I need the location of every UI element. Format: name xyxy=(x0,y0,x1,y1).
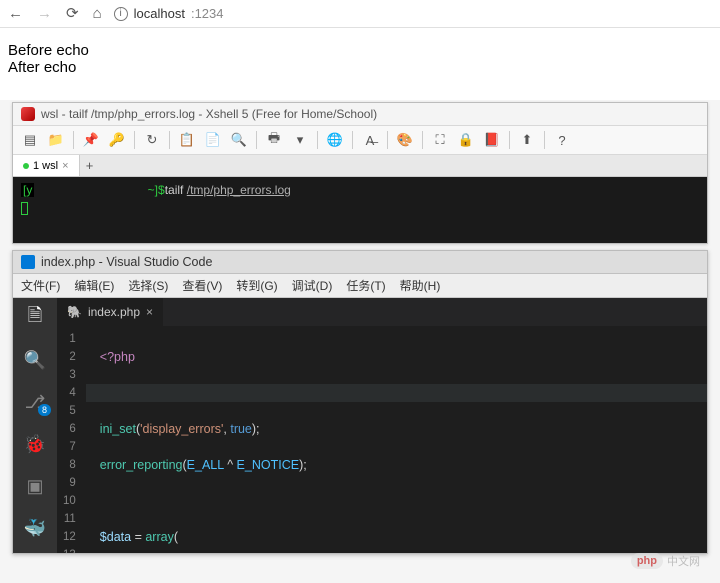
tab-status-dot xyxy=(23,163,29,169)
menu-view[interactable]: 查看(V) xyxy=(182,277,222,294)
editor-tabs: 🐘 index.php × xyxy=(57,298,707,326)
page-body: Before echo After echo xyxy=(0,28,720,100)
vscode-body: 🗎 🔍 ⎇8 🐞 ▣ 🐳 🐘 index.php × 1234567891011… xyxy=(13,298,707,553)
scm-icon[interactable]: ⎇8 xyxy=(23,390,47,414)
activity-bar: 🗎 🔍 ⎇8 🐞 ▣ 🐳 xyxy=(13,298,57,553)
line-numbers: 1234567891011121314 xyxy=(57,326,86,553)
explorer-icon[interactable]: 🗎 xyxy=(23,306,47,330)
open-icon[interactable]: 📁 xyxy=(45,130,67,150)
prompt-path: ~] xyxy=(144,183,158,197)
properties-icon[interactable]: ▾ xyxy=(289,130,311,150)
watermark-text: 中文网 xyxy=(667,553,700,569)
info-icon[interactable]: i xyxy=(114,7,128,21)
color-icon[interactable]: 🎨 xyxy=(394,130,416,150)
editor-tab-filename: index.php xyxy=(88,305,140,319)
key-icon[interactable]: 🔑 xyxy=(106,130,128,150)
prompt-symbol: $ xyxy=(158,183,165,197)
font-icon[interactable]: A̶ xyxy=(359,130,381,150)
php-file-icon: 🐘 xyxy=(67,305,82,319)
reload-icon[interactable]: ⟳ xyxy=(66,6,79,21)
code-editor[interactable]: 1234567891011121314 <?php ini_set('displ… xyxy=(57,326,707,553)
print-icon[interactable]: 🖶 xyxy=(263,130,285,150)
editor-tab-close-icon[interactable]: × xyxy=(146,305,153,319)
xshell-window: wsl - tailf /tmp/php_errors.log - Xshell… xyxy=(12,102,708,244)
menu-file[interactable]: 文件(F) xyxy=(21,277,60,294)
vscode-titlebar: index.php - Visual Studio Code xyxy=(13,251,707,274)
xshell-tab-label: 1 wsl xyxy=(33,160,58,172)
editor-area: 🐘 index.php × 1234567891011121314 <?php … xyxy=(57,298,707,553)
forward-icon: → xyxy=(37,6,52,21)
reconnect-icon[interactable]: ↻ xyxy=(141,130,163,150)
fullscreen-icon[interactable]: ⛶ xyxy=(429,130,451,150)
watermark: php 中文网 xyxy=(631,553,700,569)
search-icon[interactable]: 🔍 xyxy=(228,130,250,150)
terminal-command-arg: /tmp/php_errors.log xyxy=(187,183,291,197)
pin-icon[interactable]: 📌 xyxy=(80,130,102,150)
terminal-command: tailf xyxy=(165,183,184,197)
output-line-1: Before echo xyxy=(8,42,712,59)
browser-nav-bar: ← → ⟳ ⌂ i localhost :1234 xyxy=(0,0,720,28)
debug-icon[interactable]: 🐞 xyxy=(23,432,47,456)
vscode-menubar: 文件(F) 编辑(E) 选择(S) 查看(V) 转到(G) 调试(D) 任务(T… xyxy=(13,274,707,298)
url-host: localhost xyxy=(134,6,185,21)
paste-icon[interactable]: 📄 xyxy=(202,130,224,150)
editor-tab-index-php[interactable]: 🐘 index.php × xyxy=(57,298,164,326)
menu-tasks[interactable]: 任务(T) xyxy=(346,277,385,294)
new-session-icon[interactable]: ▤ xyxy=(19,130,41,150)
prompt-user: [y xyxy=(21,183,34,197)
help-icon[interactable]: ? xyxy=(551,130,573,150)
home-icon[interactable]: ⌂ xyxy=(93,6,102,21)
output-line-2: After echo xyxy=(8,59,712,76)
xshell-add-tab[interactable]: + xyxy=(80,158,100,173)
docker-icon[interactable]: 🐳 xyxy=(23,516,47,540)
xshell-toolbar: ▤ 📁 📌 🔑 ↻ 📋 📄 🔍 🖶 ▾ 🌐 A̶ 🎨 ⛶ 🔒 📕 ⬆ ? xyxy=(13,126,707,155)
globe-icon[interactable]: 🌐 xyxy=(324,130,346,150)
url-bar[interactable]: i localhost :1234 xyxy=(114,6,224,21)
back-icon[interactable]: ← xyxy=(8,6,23,21)
vscode-window: index.php - Visual Studio Code 文件(F) 编辑(… xyxy=(12,250,708,554)
tab-close-icon[interactable]: × xyxy=(62,160,68,172)
xshell-title-text: wsl - tailf /tmp/php_errors.log - Xshell… xyxy=(41,107,377,121)
menu-goto[interactable]: 转到(G) xyxy=(236,277,277,294)
xshell-app-icon xyxy=(21,107,35,121)
menu-edit[interactable]: 编辑(E) xyxy=(74,277,114,294)
xshell-titlebar: wsl - tailf /tmp/php_errors.log - Xshell… xyxy=(13,103,707,126)
terminal[interactable]: [y ~]$tailf /tmp/php_errors.log xyxy=(13,177,707,243)
upload-icon[interactable]: ⬆ xyxy=(516,130,538,150)
menu-debug[interactable]: 调试(D) xyxy=(292,277,333,294)
copy-icon[interactable]: 📋 xyxy=(176,130,198,150)
extensions-icon[interactable]: ▣ xyxy=(23,474,47,498)
book-icon[interactable]: 📕 xyxy=(481,130,503,150)
browser-nav-icons: ← → ⟳ ⌂ xyxy=(8,6,102,21)
vscode-title-text: index.php - Visual Studio Code xyxy=(41,255,212,269)
terminal-line-2 xyxy=(21,199,699,217)
menu-select[interactable]: 选择(S) xyxy=(128,277,168,294)
search-icon[interactable]: 🔍 xyxy=(23,348,47,372)
scm-badge: 8 xyxy=(38,404,51,416)
vscode-app-icon xyxy=(21,255,35,269)
code-content[interactable]: <?php ini_set('display_errors', true); e… xyxy=(86,326,707,553)
lock-icon[interactable]: 🔒 xyxy=(455,130,477,150)
menu-help[interactable]: 帮助(H) xyxy=(400,277,441,294)
xshell-tab-1[interactable]: 1 wsl × xyxy=(13,155,80,176)
terminal-line-1: [y ~]$tailf /tmp/php_errors.log xyxy=(21,181,699,199)
cursor-icon xyxy=(21,202,28,215)
watermark-logo: php xyxy=(631,553,663,569)
url-port: :1234 xyxy=(191,6,224,21)
xshell-tabs: 1 wsl × + xyxy=(13,155,707,177)
